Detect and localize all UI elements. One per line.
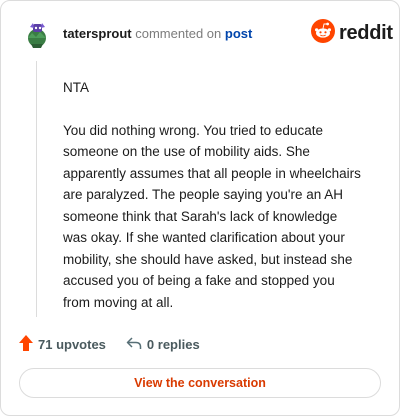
comment-header: tatersprout commented on post <box>63 25 252 43</box>
replies-count: 0 replies <box>146 336 200 352</box>
embed-card: tatersprout commented on post reddit NTA… <box>0 0 400 416</box>
upvotes-stat[interactable]: 71 upvotes <box>19 334 106 354</box>
upvotes-count: 71 upvotes <box>38 336 106 352</box>
thread-line <box>36 61 37 317</box>
reddit-logo-icon <box>311 18 335 48</box>
commented-on-text: commented on <box>135 26 222 41</box>
comment-paragraph: You did nothing wrong. You tried to educ… <box>63 122 361 310</box>
avatar[interactable] <box>21 19 53 51</box>
comment-footer: 71 upvotes 0 replies <box>19 334 200 354</box>
post-link[interactable]: post <box>225 26 252 41</box>
comment-paragraph: NTA <box>63 80 89 95</box>
reddit-logo[interactable]: reddit <box>311 18 393 48</box>
reply-icon <box>126 336 142 353</box>
reddit-wordmark: reddit <box>339 21 393 44</box>
replies-stat[interactable]: 0 replies <box>126 336 200 353</box>
upvote-arrow-icon <box>19 334 33 354</box>
username[interactable]: tatersprout <box>63 26 132 41</box>
comment-body: NTA You did nothing wrong. You tried to … <box>63 77 363 334</box>
view-conversation-button[interactable]: View the conversation <box>19 368 381 398</box>
